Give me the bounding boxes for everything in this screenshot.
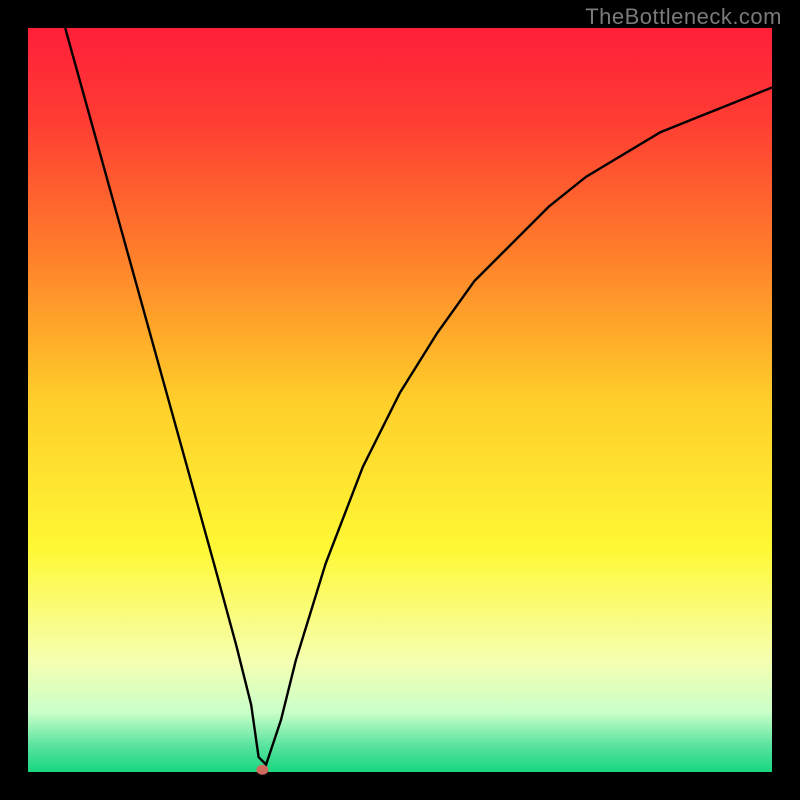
watermark-text: TheBottleneck.com	[585, 4, 782, 30]
optimal-point-marker	[256, 765, 268, 775]
chart-svg	[0, 0, 800, 800]
chart-container: { "watermark": "TheBottleneck.com", "cha…	[0, 0, 800, 800]
plot-background	[28, 28, 772, 772]
